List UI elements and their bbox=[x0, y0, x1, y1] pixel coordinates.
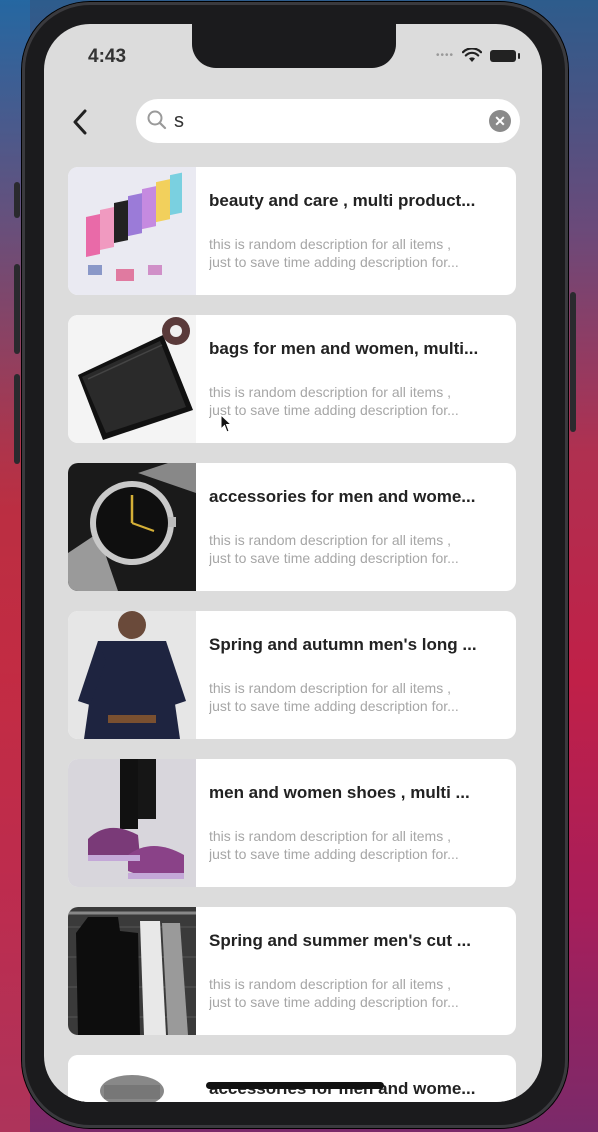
product-title: beauty and care , multi product... bbox=[209, 191, 476, 210]
notch bbox=[192, 24, 396, 68]
product-image bbox=[68, 759, 196, 887]
product-title: men and women shoes , multi ... bbox=[209, 783, 470, 802]
mute-switch bbox=[14, 182, 20, 218]
result-card[interactable]: bags for men and women, multi... this is… bbox=[68, 315, 516, 443]
clear-icon: ✕ bbox=[494, 113, 506, 129]
status-time: 4:43 bbox=[88, 46, 127, 67]
wifi-icon bbox=[462, 48, 482, 62]
search-icon bbox=[147, 110, 167, 130]
result-card[interactable]: Spring and summer men's cut ... this is … bbox=[68, 907, 516, 1035]
chevron-left-icon bbox=[73, 109, 87, 135]
power-button bbox=[570, 292, 576, 432]
product-image bbox=[68, 315, 196, 443]
product-description: this is random description for all items… bbox=[209, 680, 459, 714]
product-image bbox=[68, 167, 196, 295]
result-card[interactable]: beauty and care , multi product... this … bbox=[68, 167, 516, 295]
signal-dots-icon: •••• bbox=[435, 50, 454, 61]
product-description: this is random description for all items… bbox=[209, 828, 459, 862]
app-screen: 4:43 •••• ✕ bbox=[44, 24, 542, 1102]
home-indicator[interactable] bbox=[206, 1082, 384, 1089]
mouse-cursor-icon bbox=[220, 414, 233, 433]
product-image bbox=[68, 1055, 196, 1102]
product-image bbox=[68, 463, 196, 591]
result-card[interactable]: accessories for men and wome... bbox=[68, 1055, 516, 1102]
battery-icon bbox=[490, 49, 520, 62]
search-input[interactable] bbox=[174, 108, 474, 134]
result-card[interactable]: Spring and autumn men's long ... this is… bbox=[68, 611, 516, 739]
back-button[interactable] bbox=[66, 104, 94, 140]
product-description: this is random description for all items… bbox=[209, 384, 459, 418]
status-icons: •••• bbox=[435, 48, 520, 63]
product-description: this is random description for all items… bbox=[209, 976, 459, 1010]
result-card[interactable]: men and women shoes , multi ... this is … bbox=[68, 759, 516, 887]
search-bar[interactable]: ✕ bbox=[136, 99, 520, 143]
result-card[interactable]: accessories for men and wome... this is … bbox=[68, 463, 516, 591]
product-title: Spring and autumn men's long ... bbox=[209, 635, 477, 654]
volume-down-button bbox=[14, 374, 20, 464]
product-title: bags for men and women, multi... bbox=[209, 339, 479, 358]
product-image bbox=[68, 611, 196, 739]
product-title: accessories for men and wome... bbox=[209, 487, 476, 506]
product-title: Spring and summer men's cut ... bbox=[209, 931, 471, 950]
clear-search-button[interactable]: ✕ bbox=[489, 110, 511, 132]
product-image bbox=[68, 907, 196, 1035]
product-description: this is random description for all items… bbox=[209, 532, 459, 566]
product-description: this is random description for all items… bbox=[209, 236, 459, 270]
volume-up-button bbox=[14, 264, 20, 354]
